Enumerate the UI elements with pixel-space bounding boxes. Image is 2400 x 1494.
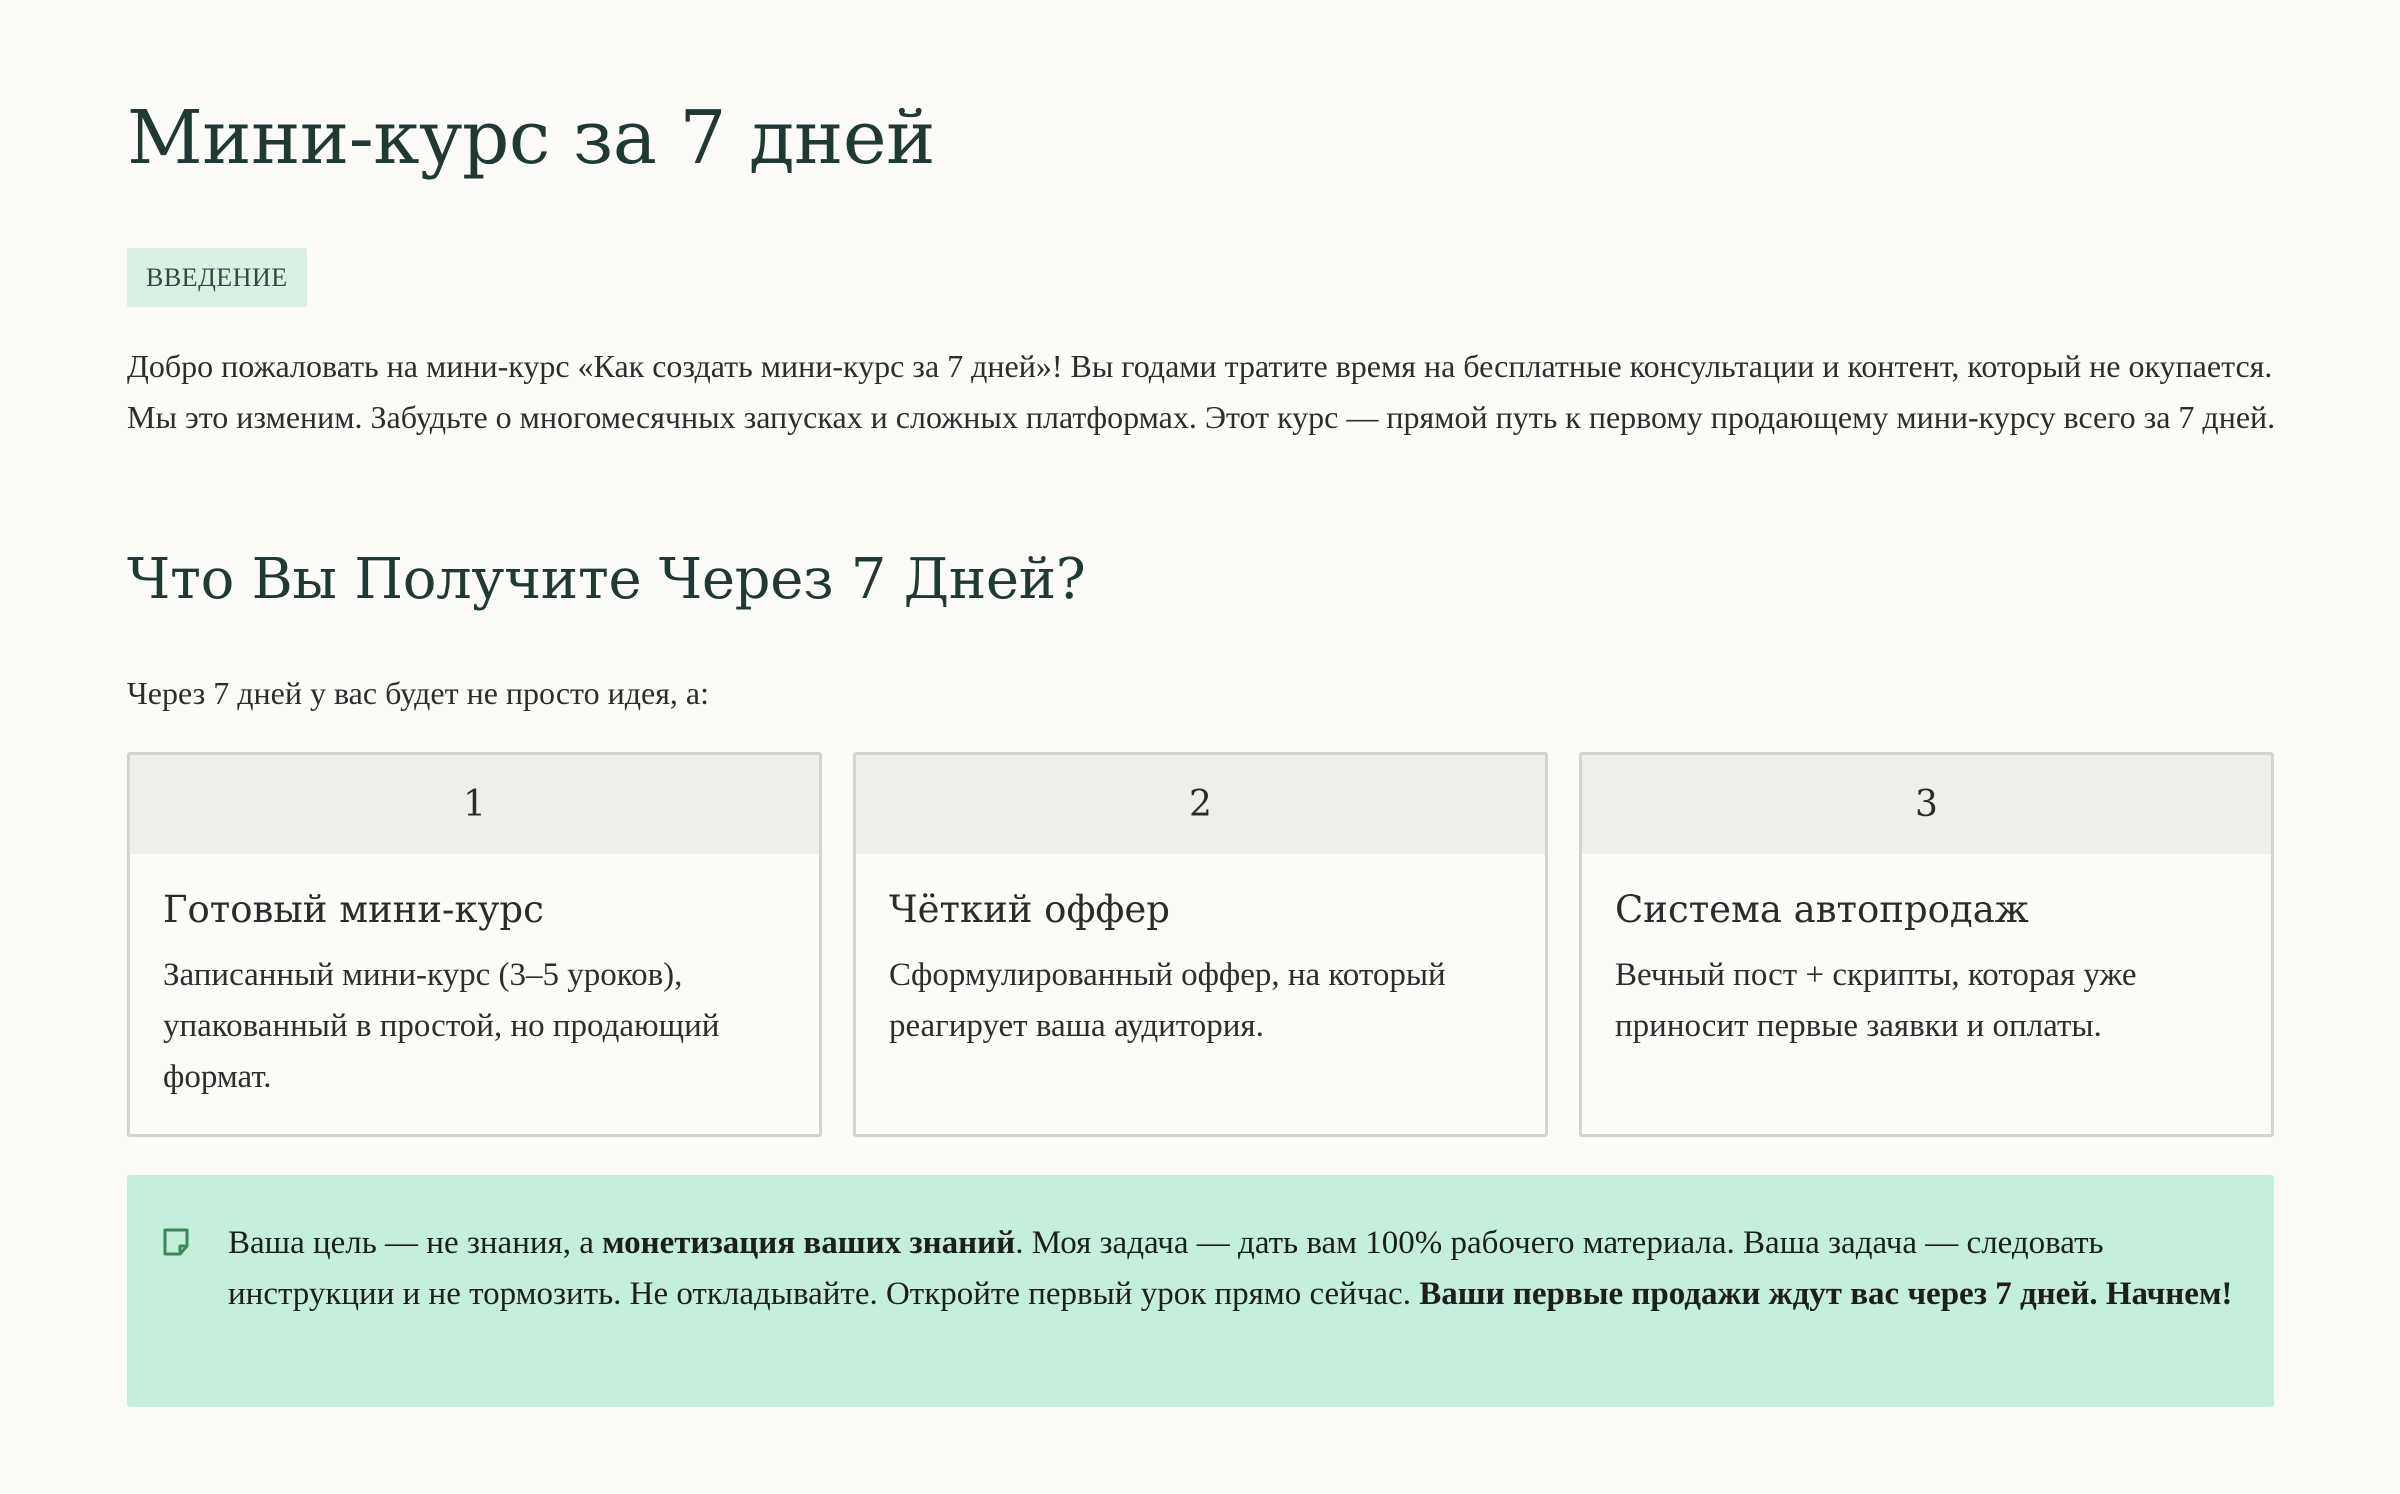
benefit-card-2: 2 Чёткий оффер Сформулированный оффер, н… xyxy=(853,752,1548,1137)
note-icon xyxy=(161,1227,191,1257)
card-number: 1 xyxy=(130,755,819,854)
section-lead: Через 7 дней у вас будет не просто идея,… xyxy=(127,675,710,711)
card-number: 3 xyxy=(1582,755,2271,854)
intro-paragraph: Добро пожаловать на мини-курс «Как созда… xyxy=(127,348,2276,435)
callout-emphasis: монетизация ваших знаний xyxy=(602,1225,1016,1261)
card-number: 2 xyxy=(856,755,1545,854)
card-body: Чёткий оффер Сформулированный оффер, на … xyxy=(856,854,1545,1052)
card-text: Записанный мини-курс (3–5 уроков), упако… xyxy=(163,957,720,1095)
card-text: Сформулированный оффер, на который реаги… xyxy=(889,957,1446,1044)
callout-text-part: Ваша цель — не знания, а xyxy=(228,1225,603,1261)
callout-text: Ваша цель — не знания, а монетизация ваш… xyxy=(228,1218,2234,1320)
card-title: Система автопродаж xyxy=(1615,888,2029,931)
callout-note: Ваша цель — не знания, а монетизация ваш… xyxy=(127,1175,2274,1407)
page-title: Мини-курс за 7 дней xyxy=(127,95,935,181)
section-heading: Что Вы Получите Через 7 Дней? xyxy=(127,547,1086,612)
card-title: Готовый мини-курс xyxy=(163,888,544,931)
card-body: Готовый мини-курс Записанный мини-курс (… xyxy=(130,854,819,1103)
card-title: Чёткий оффер xyxy=(889,888,1170,931)
benefit-cards: 1 Готовый мини-курс Записанный мини-курс… xyxy=(127,752,2274,1137)
card-text: Вечный пост + скрипты, которая уже прино… xyxy=(1615,957,2137,1044)
benefit-card-3: 3 Система автопродаж Вечный пост + скрип… xyxy=(1579,752,2274,1137)
callout-emphasis: Ваши первые продажи ждут вас через 7 дне… xyxy=(1419,1276,2233,1312)
page: Мини-курс за 7 дней ВВЕДЕНИЕ Добро пожал… xyxy=(0,0,2400,1494)
benefit-card-1: 1 Готовый мини-курс Записанный мини-курс… xyxy=(127,752,822,1137)
section-badge: ВВЕДЕНИЕ xyxy=(127,248,307,307)
card-body: Система автопродаж Вечный пост + скрипты… xyxy=(1582,854,2271,1052)
